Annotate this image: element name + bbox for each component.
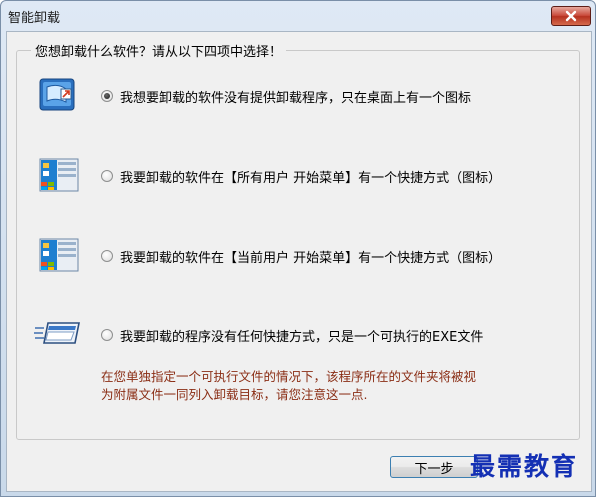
note-line-1: 在您单独指定一个可执行文件的情况下，该程序所在的文件夹将被视 xyxy=(101,369,477,384)
option-label: 我想要卸载的软件没有提供卸载程序，只在桌面上有一个图标 xyxy=(120,90,472,106)
dialog-body: 您想卸载什么软件？请从以下四项中选择！ 我想要卸载的软件没有提供卸载程序，只在桌… xyxy=(6,31,592,492)
radio-selected-dot xyxy=(104,93,110,99)
desktop-shortcut-icon xyxy=(39,78,75,111)
close-icon xyxy=(565,10,577,22)
option-label: 我要卸载的软件在【当前用户 开始菜单】有一个快捷方式（图标） xyxy=(120,250,502,266)
group-legend: 您想卸载什么软件？请从以下四项中选择！ xyxy=(31,41,287,60)
radio-option-3[interactable] xyxy=(101,250,113,262)
close-button[interactable] xyxy=(551,6,591,26)
current-user-start-menu-icon xyxy=(39,238,79,272)
option-label: 我要卸载的程序没有任何快捷方式，只是一个可执行的EXE文件 xyxy=(120,329,484,345)
next-button[interactable]: 下一步 xyxy=(390,456,478,478)
window-title: 智能卸载 xyxy=(8,11,61,26)
all-users-start-menu-icon xyxy=(39,158,79,192)
option-label: 我要卸载的软件在【所有用户 开始菜单】有一个快捷方式（图标） xyxy=(120,170,502,186)
option-desktop-icon[interactable]: 我想要卸载的软件没有提供卸载程序，只在桌面上有一个图标 xyxy=(101,86,471,106)
folder-warning-note: 在您单独指定一个可执行文件的情况下，该程序所在的文件夹将被视 为附属文件一同列入… xyxy=(101,368,561,404)
title-bar[interactable]: 智能卸载 xyxy=(1,1,595,31)
option-all-users-start-menu[interactable]: 我要卸载的软件在【所有用户 开始菜单】有一个快捷方式（图标） xyxy=(101,166,501,186)
radio-option-4[interactable] xyxy=(101,329,113,341)
radio-option-1[interactable] xyxy=(101,90,113,102)
watermark-logo: 最需教育 xyxy=(470,452,579,481)
exe-file-icon xyxy=(34,322,80,344)
note-line-2: 为附属文件一同列入卸载目标，请您注意这一点. xyxy=(101,387,368,402)
uninstall-wizard-window: 智能卸载 您想卸载什么软件？请从以下四项中选择！ 我想要卸载的软件没有提供卸载程… xyxy=(0,0,596,497)
radio-option-2[interactable] xyxy=(101,170,113,182)
option-current-user-start-menu[interactable]: 我要卸载的软件在【当前用户 开始菜单】有一个快捷方式（图标） xyxy=(101,246,501,266)
option-exe-file[interactable]: 我要卸载的程序没有任何快捷方式，只是一个可执行的EXE文件 xyxy=(101,325,483,345)
